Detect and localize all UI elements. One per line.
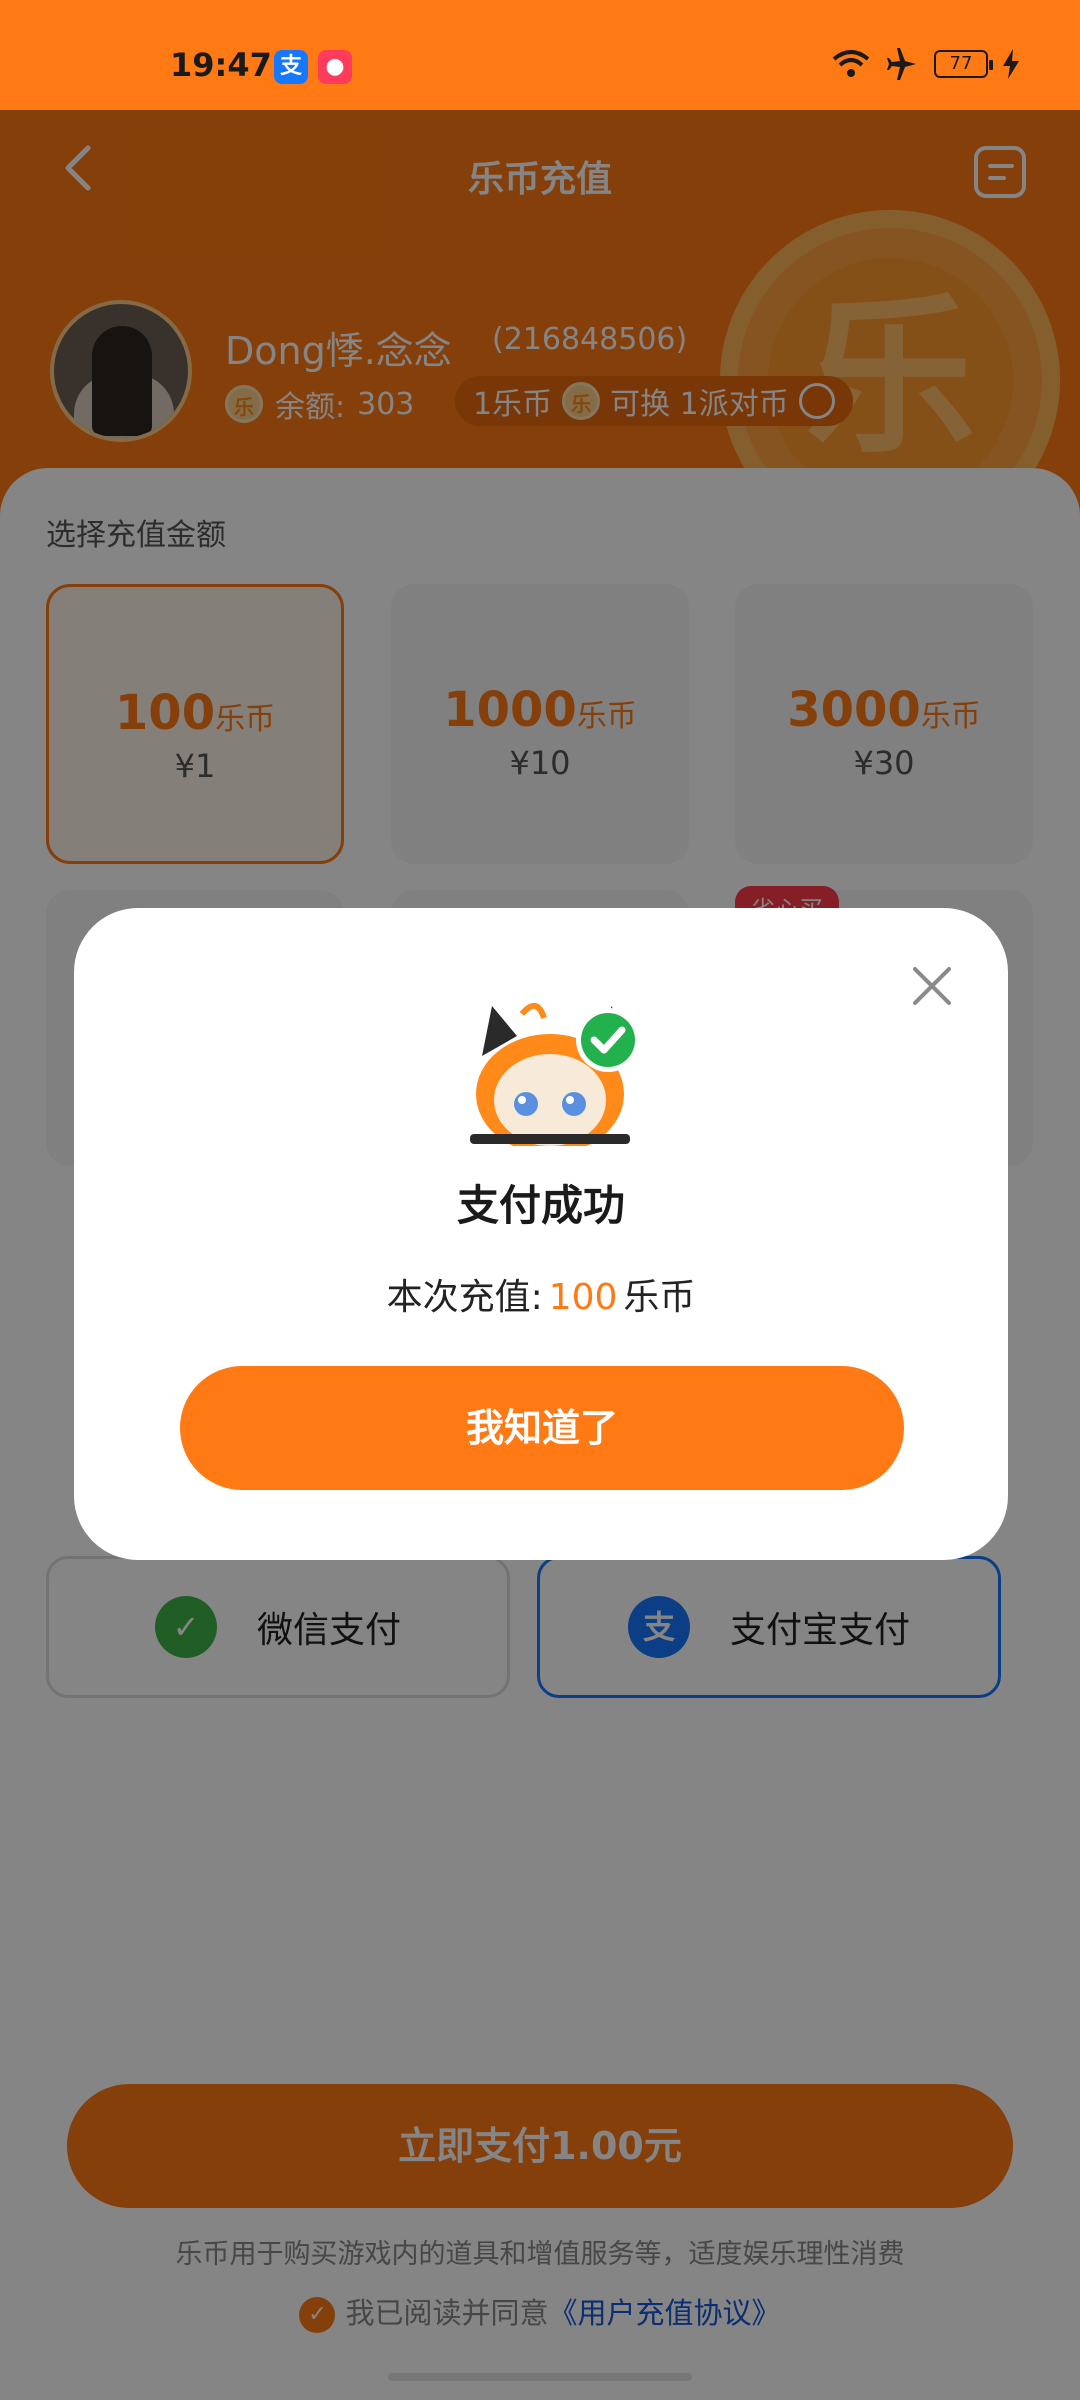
recharge-amount: 本次充值: 100 乐币 bbox=[386, 1277, 696, 1318]
wifi-icon bbox=[832, 50, 870, 77]
amount-value: 100 bbox=[548, 1277, 618, 1318]
airplane-icon bbox=[887, 48, 916, 80]
close-icon[interactable] bbox=[910, 964, 954, 1008]
alipay-notification-icon: 支 bbox=[274, 50, 308, 84]
mascot-success-icon bbox=[470, 1003, 640, 1146]
status-bar: 19:47 支 ● 77 bbox=[0, 0, 1080, 110]
dialog-title: 支付成功 bbox=[456, 1181, 625, 1230]
status-icons: 77 bbox=[832, 48, 1020, 80]
confirm-button[interactable]: 我知道了 bbox=[180, 1366, 904, 1490]
home-indicator[interactable] bbox=[388, 2373, 692, 2381]
status-time: 19:47 bbox=[170, 46, 272, 84]
battery-indicator: 77 bbox=[934, 50, 993, 78]
app-notification-icon: ● bbox=[318, 50, 352, 84]
charging-icon bbox=[1003, 49, 1019, 79]
payment-success-dialog: 支付成功 本次充值: 100 乐币 我知道了 bbox=[74, 908, 1008, 1560]
